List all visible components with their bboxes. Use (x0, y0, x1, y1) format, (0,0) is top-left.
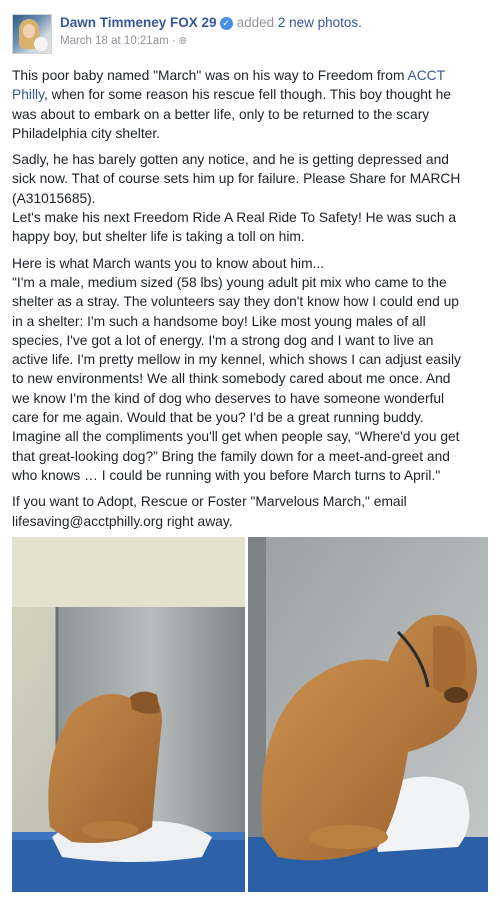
post-line: happy boy, but shelter life is taking a … (12, 229, 305, 245)
photo-2[interactable] (248, 537, 488, 892)
post-line: was about to embark on a better life, on… (12, 106, 430, 122)
post-line: Philadelphia city shelter. (12, 125, 161, 141)
facebook-post: Dawn Timmeney FOX 29 ✓ added 2 new photos.… (0, 0, 500, 898)
avatar-face (23, 24, 35, 38)
post-paragraph: If you want to Adopt, Rescue or Foster "… (12, 492, 488, 531)
post-line: active life. I'm pretty mellow in my ken… (12, 352, 461, 368)
post-paragraph: This poor baby named "March" was on his … (12, 66, 488, 143)
post-line: Imagine all the compliments you'll get w… (12, 429, 460, 445)
post-body: This poor baby named "March" was on his … (12, 66, 488, 538)
photo-1[interactable] (12, 537, 245, 892)
post-line: Let's make his next Freedom Ride A Real … (12, 210, 457, 226)
acct-link[interactable]: ACCT (408, 68, 446, 83)
meta-separator: · (171, 35, 176, 47)
post-line: shelter as a stray. The volunteers say t… (12, 294, 459, 310)
post-line: sick now. That of course sets him up for… (12, 171, 461, 187)
action-text: added (236, 15, 275, 30)
post-line: Sadly, he has barely gotten any notice, … (12, 152, 449, 168)
post-line: This poor baby named "March" was on his … (12, 68, 446, 83)
post-line: species, I've got a lot of energy. I'm a… (12, 332, 434, 348)
post-timestamp[interactable]: March 18 at 10:21am (60, 35, 169, 47)
post-line: care for me again. Would that be you? I'… (12, 410, 424, 426)
post-paragraph: Sadly, he has barely gotten any notice, … (12, 150, 488, 246)
author-name[interactable]: Dawn Timmeney FOX 29 (60, 15, 217, 30)
post-line: lifesaving@acctphilly.org right away. (12, 513, 233, 529)
post-line: to new environments! We all think somebo… (12, 371, 451, 387)
post-line: Here is what March wants you to know abo… (12, 255, 325, 271)
post-line: If you want to Adopt, Rescue or Foster "… (12, 494, 407, 510)
photo-grid (12, 537, 488, 892)
avatar-dog (34, 37, 48, 51)
author-avatar[interactable] (12, 14, 52, 54)
post-line: (A31015685). (12, 190, 96, 206)
post-line: "I'm a male, medium sized (58 lbs) young… (12, 274, 447, 290)
dog-photo-1-image (12, 537, 245, 892)
post-line: we know I'm the kind of dog who deserves… (12, 390, 445, 406)
post-line: who knows … I could be running with you … (12, 467, 441, 483)
check-badge-icon: ✓ (219, 17, 233, 30)
post-header: Dawn Timmeney FOX 29 ✓ added 2 new photos.… (12, 14, 492, 58)
new-photos-link[interactable]: 2 new photos. (278, 15, 362, 30)
globe-icon[interactable]: 🌐︎ (179, 36, 187, 47)
dog-photo-2-image (248, 537, 488, 892)
post-line: in a shelter: I'm such a handsome boy! L… (12, 313, 426, 329)
acct-philly-link[interactable]: Philly (12, 87, 44, 102)
post-line: Philly, when for some reason his rescue … (12, 87, 451, 103)
post-title-line: Dawn Timmeney FOX 29 ✓ added 2 new photos. (60, 15, 362, 30)
post-line: that great-looking dog?” Bring the famil… (12, 448, 450, 464)
post-paragraph: Here is what March wants you to know abo… (12, 254, 488, 486)
post-meta: March 18 at 10:21am · 🌐︎ (60, 35, 187, 47)
